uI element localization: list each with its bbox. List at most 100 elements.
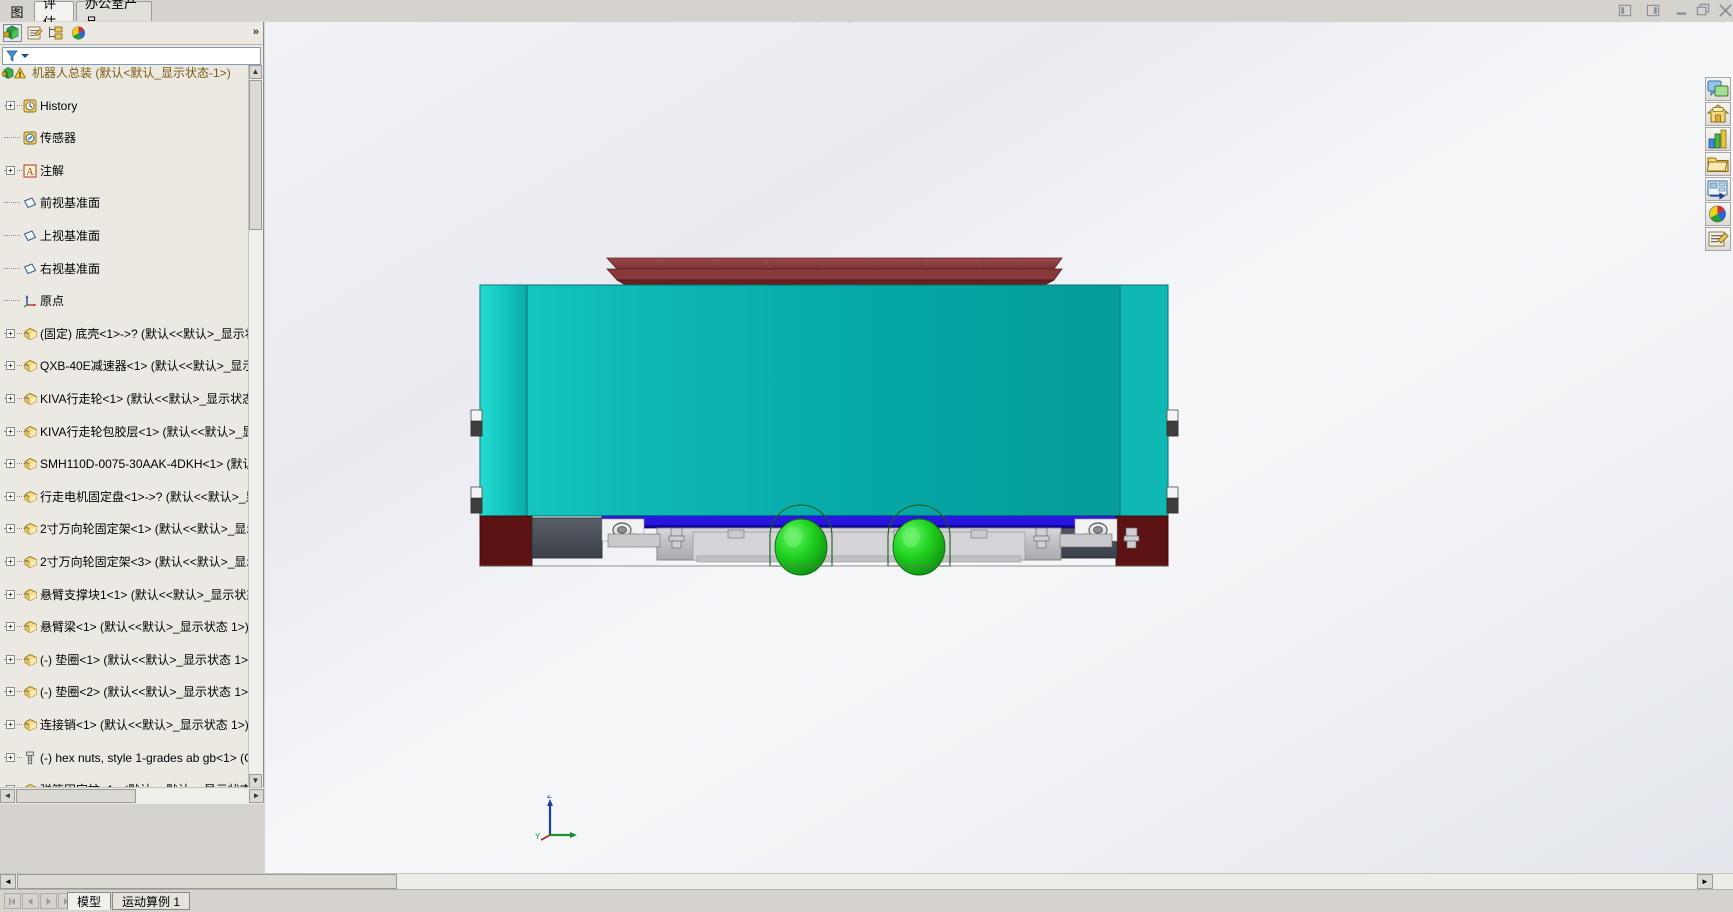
tree-expand-toggle[interactable]: + (6, 524, 15, 534)
viewport-scroll-right-button[interactable]: ► (1697, 874, 1713, 889)
feature-manager-panel: » 机器人总装 (默认<默认_显示状态-1>) + History 传感器 + A 注解前视… (0, 22, 264, 804)
tree-item-label: KIVA行走轮<1> (默认<<默认>_显示状态 1 (40, 392, 263, 406)
tree-item-label: (-) 垫圈<1> (默认<<默认>_显示状态 1>) (40, 652, 253, 667)
view-palette-icon[interactable] (1705, 177, 1731, 201)
bottom-tab-model[interactable]: 模型 (67, 892, 112, 910)
tree-item-0[interactable]: 机器人总装 (默认<默认_显示状态-1>) (0, 65, 262, 81)
tree-expand-toggle[interactable]: + (6, 426, 15, 436)
tree-item-label: 前视基准面 (40, 196, 101, 211)
tree-guide-line-2 (17, 724, 22, 726)
prev-icon[interactable] (22, 893, 39, 909)
tree-expand-toggle[interactable]: + (6, 459, 15, 469)
property-manager-tab[interactable] (25, 24, 44, 42)
tree-hscroll-left-button[interactable]: ◄ (0, 789, 15, 803)
tree-item-15[interactable]: +2寸万向轮固定架<3> (默认<<默认>_显示状 (0, 554, 263, 570)
tree-item-6[interactable]: 右视基准面 (0, 261, 262, 277)
feature-filter-bar[interactable] (2, 47, 261, 65)
tree-vertical-scrollbar[interactable]: ▲ ▼ (248, 65, 263, 788)
tree-item-18[interactable]: + (-) 垫圈<1> (默认<<默认>_显示状态 1>) (0, 652, 262, 668)
tree-expand-toggle[interactable]: + (6, 654, 15, 664)
tree-scroll-up-button[interactable]: ▲ (249, 65, 262, 79)
tree-item-7[interactable]: 原点 (0, 293, 262, 309)
tree-item-2[interactable]: 传感器 (0, 130, 262, 146)
tree-horizontal-scrollbar[interactable]: ◄ ► (0, 787, 264, 804)
tree-expand-toggle[interactable]: + (6, 557, 15, 566)
viewport-scroll-left-button[interactable]: ◄ (0, 874, 16, 889)
svg-text:Y: Y (535, 832, 541, 841)
viewport-scroll-thumb[interactable] (17, 874, 397, 889)
tree-item-17[interactable]: + 悬臂梁<1> (默认<<默认>_显示状态 1>) (0, 619, 262, 635)
tree-expand-toggle[interactable]: + (6, 361, 15, 371)
next-icon[interactable] (40, 893, 57, 909)
custom-properties-icon[interactable] (1705, 227, 1731, 251)
tree-scroll-down-button[interactable]: ▼ (249, 774, 262, 788)
first-icon[interactable] (4, 893, 21, 909)
appearances-scenes-icon[interactable] (1705, 202, 1731, 226)
bottom-tab-motion-study[interactable]: 运动算例 1 (112, 892, 191, 910)
tree-item-label: 原点 (40, 294, 65, 309)
menu-tab-1[interactable]: 评估 (34, 0, 74, 30)
feature-manager-overflow[interactable]: » (253, 26, 259, 38)
tree-item-label: SMH110D-0075-30AAK-4DKH<1> (默认< (40, 457, 262, 472)
minimize-icon[interactable] (1674, 3, 1689, 18)
tree-item-21[interactable]: + (-) hex nuts, style 1-grades ab gb<1> (… (0, 750, 262, 766)
tree-item-13[interactable]: + 行走电机固定盘<1>->? (默认<<默认>_显示 (0, 489, 263, 505)
search-folder-icon[interactable] (1705, 152, 1731, 176)
tree-item-icon (23, 262, 37, 276)
tree-expand-toggle[interactable]: + (6, 165, 15, 175)
tree-expand-toggle[interactable]: + (6, 720, 15, 729)
filter-dropdown-caret-icon[interactable] (21, 54, 29, 58)
tree-item-12[interactable]: + SMH110D-0075-30AAK-4DKH<1> (默认< (0, 456, 262, 472)
menu-tab-2[interactable]: 办公室产品 (76, 0, 152, 30)
feature-manager-tab[interactable] (3, 24, 22, 42)
tree-item-19[interactable]: + (-) 垫圈<2> (默认<<默认>_显示状态 1>) (0, 684, 262, 700)
tree-item-20[interactable]: + 连接销<1> (默认<<默认>_显示状态 1>) (0, 717, 262, 733)
close-icon[interactable] (1718, 3, 1733, 18)
tree-item-5[interactable]: 上视基准面 (0, 228, 262, 244)
tree-item-icon (23, 457, 37, 471)
tree-expand-toggle[interactable]: + (6, 687, 15, 697)
tree-item-3[interactable]: + A 注解 (0, 163, 262, 179)
tree-hscroll-thumb[interactable] (16, 789, 136, 803)
configuration-manager-tab[interactable] (47, 24, 66, 42)
solidworks-resources-icon[interactable] (1705, 77, 1731, 101)
cad-model-agv-robot[interactable] (265, 22, 1733, 890)
graphics-viewport[interactable]: Z Y (265, 22, 1733, 890)
tree-guide-line-2 (17, 626, 22, 628)
feature-filter-input[interactable] (33, 49, 258, 65)
tree-item-16[interactable]: + 悬臂支撑块1<1> (默认<<默认>_显示状态 1 (0, 587, 263, 603)
menu-tab-0[interactable]: 图 (0, 1, 34, 21)
design-library-icon[interactable] (1705, 102, 1731, 126)
tree-item-1[interactable]: + History (0, 98, 262, 114)
tree-expand-toggle[interactable]: + (6, 491, 15, 501)
viewport-horizontal-scrollbar[interactable]: ◄ ► (0, 873, 1733, 890)
file-explorer-icon[interactable] (1705, 127, 1731, 151)
tree-expand-toggle[interactable]: + (6, 100, 15, 110)
tree-item-8[interactable]: + (固定) 底壳<1>->? (默认<<默认>_显示状态 (0, 326, 263, 342)
solidworks-window: 图 评估 办公室产品 (0, 0, 1733, 912)
tree-expand-toggle[interactable]: + (6, 589, 15, 599)
tree-item-label: (-) hex nuts, style 1-grades ab gb<1> (G (40, 750, 254, 765)
tree-expand-toggle[interactable]: + (6, 622, 15, 632)
tree-hscroll-right-button[interactable]: ► (249, 789, 264, 803)
tree-hscroll-track[interactable] (16, 789, 248, 803)
tree-item-10[interactable]: + KIVA行走轮<1> (默认<<默认>_显示状态 1 (0, 391, 263, 407)
restore-left-icon[interactable] (1618, 3, 1633, 18)
maximize-icon[interactable] (1696, 3, 1711, 18)
tree-item-14[interactable]: +2寸万向轮固定架<1> (默认<<默认>_显示状 (0, 521, 263, 537)
tree-expand-toggle[interactable]: + (6, 394, 15, 403)
tree-expand-toggle[interactable]: + (6, 752, 15, 762)
display-manager-tab[interactable] (69, 24, 88, 42)
tree-item-label: History (40, 98, 78, 113)
tree-expand-toggle[interactable]: + (6, 328, 15, 338)
tree-item-11[interactable]: + KIVA行走轮包胶层<1> (默认<<默认>_显示 (0, 424, 263, 440)
filter-funnel-icon (6, 50, 18, 65)
tab-nav-buttons (4, 893, 75, 909)
tree-item-4[interactable]: 前视基准面 (0, 195, 262, 211)
tree-item-label: 2寸万向轮固定架<1> (默认<<默认>_显示状 (40, 522, 263, 537)
restore-right-icon[interactable] (1646, 3, 1661, 18)
tree-scroll-thumb[interactable] (249, 80, 262, 230)
feature-tree-scroll-area[interactable]: 机器人总装 (默认<默认_显示状态-1>) + History 传感器 + A 注解前视基准… (0, 65, 263, 788)
tree-item-9[interactable]: + QXB-40E减速器<1> (默认<<默认>_显示状 (0, 358, 263, 374)
tree-guide-line (4, 300, 20, 302)
